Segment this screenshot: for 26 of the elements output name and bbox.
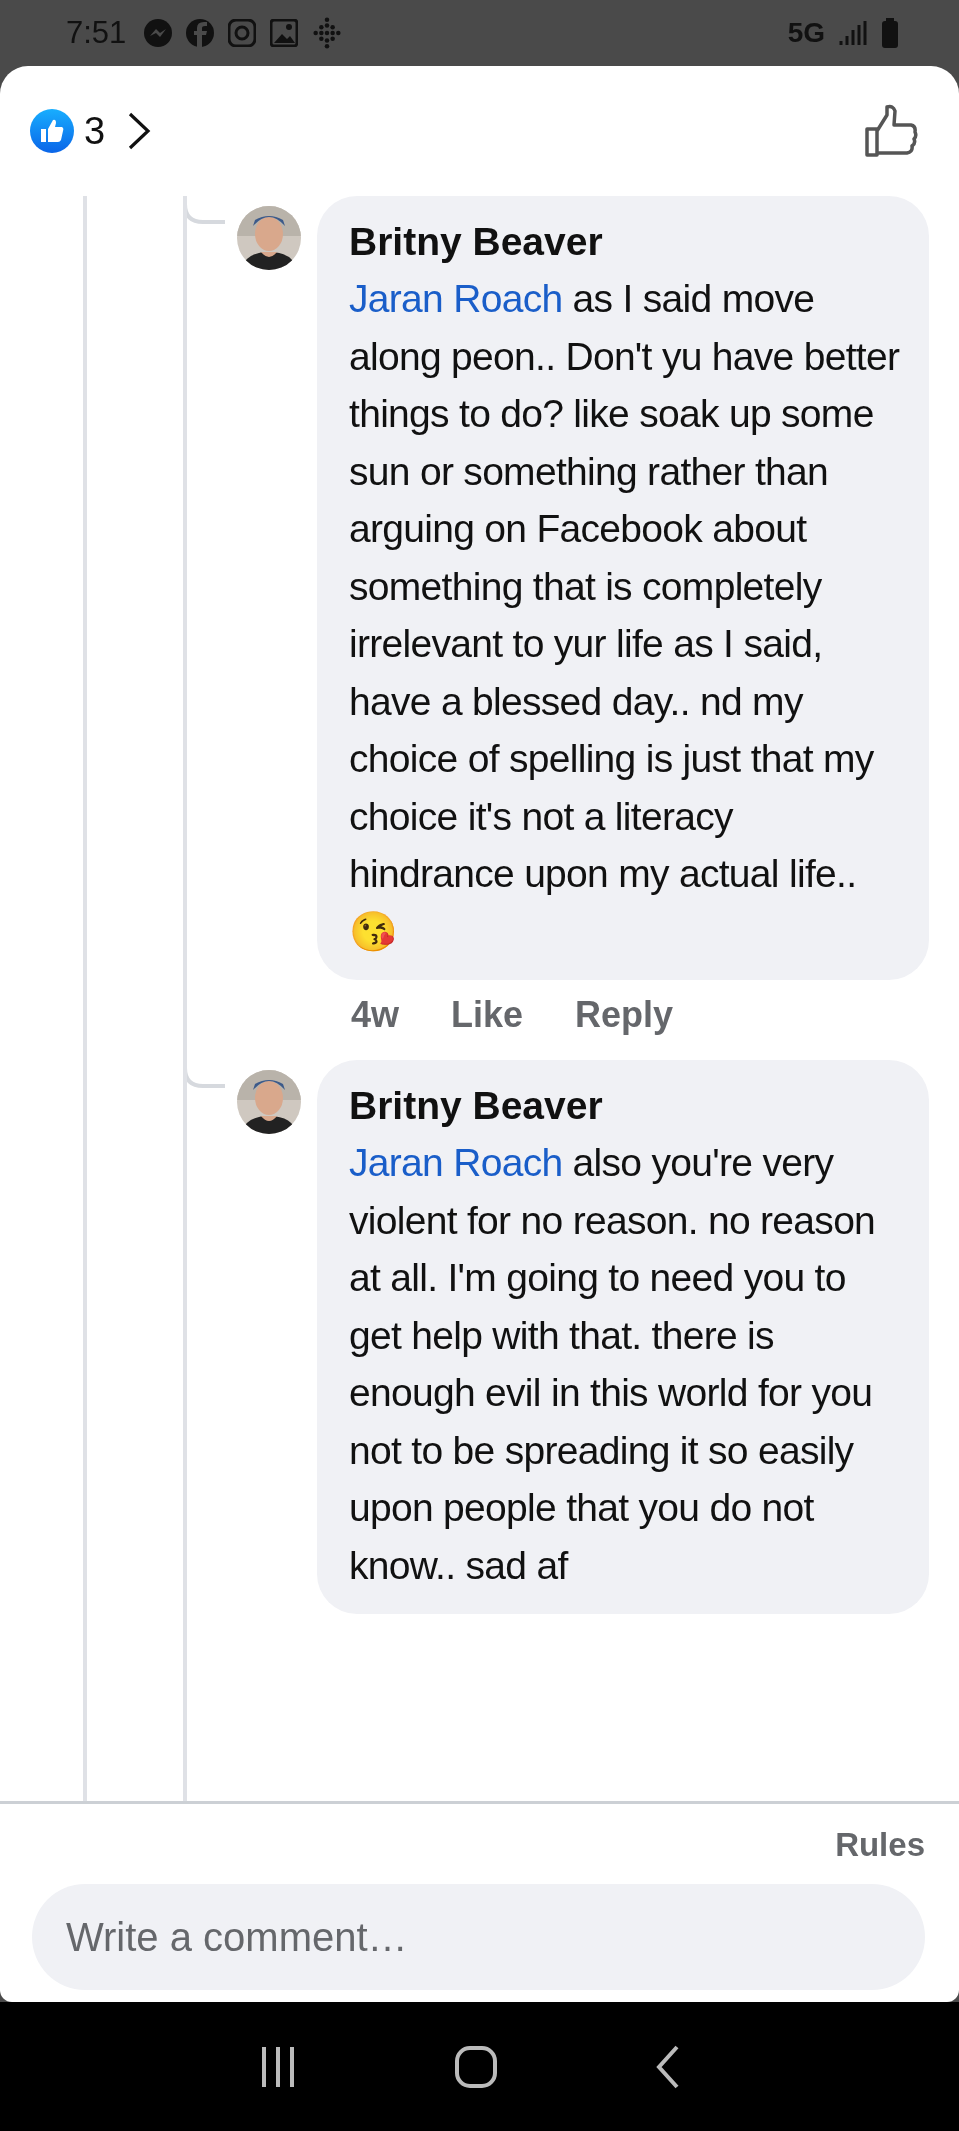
image-icon (270, 19, 299, 47)
mention-link[interactable]: Jaran Roach (349, 277, 563, 320)
chevron-right-icon[interactable] (127, 111, 152, 151)
comment-action[interactable]: Like (451, 994, 524, 1036)
network-label: 5G (787, 17, 825, 49)
comment-input[interactable]: Write a comment… (32, 1884, 925, 1990)
like-icon[interactable] (863, 103, 919, 159)
reaction-count[interactable]: 3 (84, 109, 106, 153)
rules-link[interactable]: Rules (835, 1826, 925, 1864)
comment-author[interactable]: Britny Beaver (349, 1078, 905, 1134)
chat-bubble-icon (144, 19, 173, 47)
battery-icon (881, 18, 899, 48)
camera-icon (228, 19, 257, 47)
mention-link[interactable]: Jaran Roach (349, 1141, 563, 1184)
home-icon[interactable] (454, 2044, 499, 2089)
comment-text: Jaran Roach also you're very violent for no reason. no reason at all. I'm going to need you to get help with that. there is enough evil in this world for you not to be spreading it so easily upon people that you do not know.. sad af (349, 1140, 877, 1589)
comment-action[interactable]: Reply (575, 994, 674, 1036)
signal-icon (839, 19, 867, 47)
comment-time: 4w (351, 994, 400, 1036)
dots-icon (312, 17, 343, 49)
status-time: 7:51 (66, 15, 127, 51)
like-reaction-icon[interactable] (30, 109, 74, 153)
comment-text: Jaran Roach as I said move along peon.. Don't yu have better things to do? like soak up some sun or something rather than arguing on Facebook about something that is completely irrelevant to yur life as I said, have a blessed day.. nd my choice of spelling is just that my choice it's not a literacy hindrance upon my actual life.. 😘 (349, 276, 901, 955)
back-icon[interactable] (654, 2044, 681, 2089)
f-logo-icon (186, 19, 215, 47)
comment-author[interactable]: Britny Beaver (349, 214, 905, 270)
